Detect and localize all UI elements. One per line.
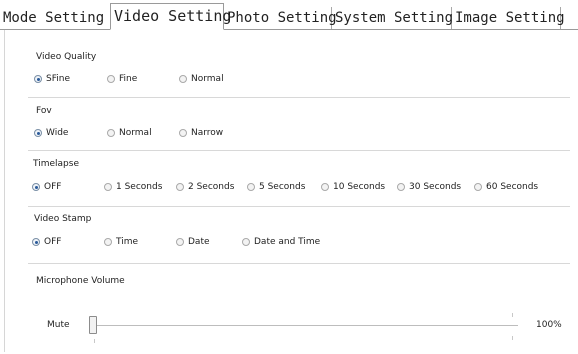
- radio-unselected-icon: [179, 75, 187, 83]
- fov-wide-radio[interactable]: Wide: [34, 127, 68, 139]
- video-stamp-off-radio[interactable]: OFF: [32, 236, 61, 248]
- video-stamp-title: Video Stamp: [34, 214, 92, 224]
- radio-label: 60 Seconds: [486, 182, 539, 192]
- slider-max-label: 100%: [536, 320, 562, 330]
- slider-min-label: Mute: [47, 320, 70, 330]
- video-quality-fine-radio[interactable]: Fine: [107, 73, 137, 85]
- radio-label: OFF: [44, 237, 62, 247]
- timelapse-2s-radio[interactable]: 2 Seconds: [176, 181, 234, 193]
- radio-label: 2 Seconds: [188, 182, 235, 192]
- radio-label: Time: [116, 237, 139, 247]
- separator: [28, 206, 570, 207]
- radio-label: Normal: [119, 128, 152, 138]
- slider-tick: [512, 336, 513, 340]
- radio-unselected-icon: [242, 238, 250, 246]
- radio-selected-icon: [34, 75, 42, 83]
- radio-label: Date: [188, 237, 210, 247]
- separator: [28, 150, 570, 151]
- microphone-volume-track[interactable]: [92, 325, 518, 326]
- video-quality-title: Video Quality: [36, 52, 97, 62]
- tab-mode-setting[interactable]: Mode Setting: [0, 7, 111, 29]
- timelapse-1s-radio[interactable]: 1 Seconds: [104, 181, 162, 193]
- radio-label: Normal: [191, 74, 224, 84]
- timelapse-5s-radio[interactable]: 5 Seconds: [247, 181, 305, 193]
- tab-bar: Mode Setting Video Setting Photo Setting…: [0, 0, 578, 30]
- video-stamp-time-radio[interactable]: Time: [104, 236, 138, 248]
- fov-narrow-radio[interactable]: Narrow: [179, 127, 223, 139]
- fov-normal-radio[interactable]: Normal: [107, 127, 152, 139]
- radio-label: SFine: [46, 74, 70, 84]
- separator: [28, 263, 570, 264]
- radio-label: Narrow: [191, 128, 224, 138]
- timelapse-off-radio[interactable]: OFF: [32, 181, 61, 193]
- radio-unselected-icon: [107, 75, 115, 83]
- video-stamp-date-and-time-radio[interactable]: Date and Time: [242, 236, 320, 248]
- timelapse-60s-radio[interactable]: 60 Seconds: [474, 181, 538, 193]
- radio-label: Fine: [119, 74, 138, 84]
- video-quality-normal-radio[interactable]: Normal: [179, 73, 224, 85]
- tab-photo-setting[interactable]: Photo Setting: [224, 7, 337, 29]
- radio-selected-icon: [34, 129, 42, 137]
- slider-tick: [512, 313, 513, 317]
- timelapse-title: Timelapse: [33, 159, 79, 169]
- separator: [28, 97, 570, 98]
- microphone-volume-slider-thumb[interactable]: [89, 316, 97, 334]
- radio-unselected-icon: [176, 238, 184, 246]
- microphone-volume-title: Microphone Volume: [36, 276, 125, 286]
- timelapse-30s-radio[interactable]: 30 Seconds: [397, 181, 461, 193]
- radio-unselected-icon: [179, 129, 187, 137]
- tab-image-setting[interactable]: Image Setting: [452, 7, 565, 29]
- tab-video-setting[interactable]: Video Setting: [110, 3, 231, 30]
- radio-unselected-icon: [104, 183, 112, 191]
- radio-unselected-icon: [247, 183, 255, 191]
- radio-label: 10 Seconds: [333, 182, 386, 192]
- radio-label: Date and Time: [254, 237, 321, 247]
- tab-system-setting[interactable]: System Setting: [332, 7, 453, 29]
- radio-unselected-icon: [104, 238, 112, 246]
- radio-label: 1 Seconds: [116, 182, 163, 192]
- video-quality-sfine-radio[interactable]: SFine: [34, 73, 70, 85]
- radio-unselected-icon: [397, 183, 405, 191]
- radio-label: OFF: [44, 182, 62, 192]
- radio-label: Wide: [46, 128, 69, 138]
- radio-label: 30 Seconds: [409, 182, 462, 192]
- radio-selected-icon: [32, 183, 40, 191]
- radio-unselected-icon: [176, 183, 184, 191]
- radio-selected-icon: [32, 238, 40, 246]
- radio-unselected-icon: [321, 183, 329, 191]
- radio-label: 5 Seconds: [259, 182, 306, 192]
- radio-unselected-icon: [107, 129, 115, 137]
- radio-unselected-icon: [474, 183, 482, 191]
- fov-title: Fov: [36, 106, 52, 116]
- video-stamp-date-radio[interactable]: Date: [176, 236, 210, 248]
- slider-tick: [94, 339, 95, 343]
- timelapse-10s-radio[interactable]: 10 Seconds: [321, 181, 385, 193]
